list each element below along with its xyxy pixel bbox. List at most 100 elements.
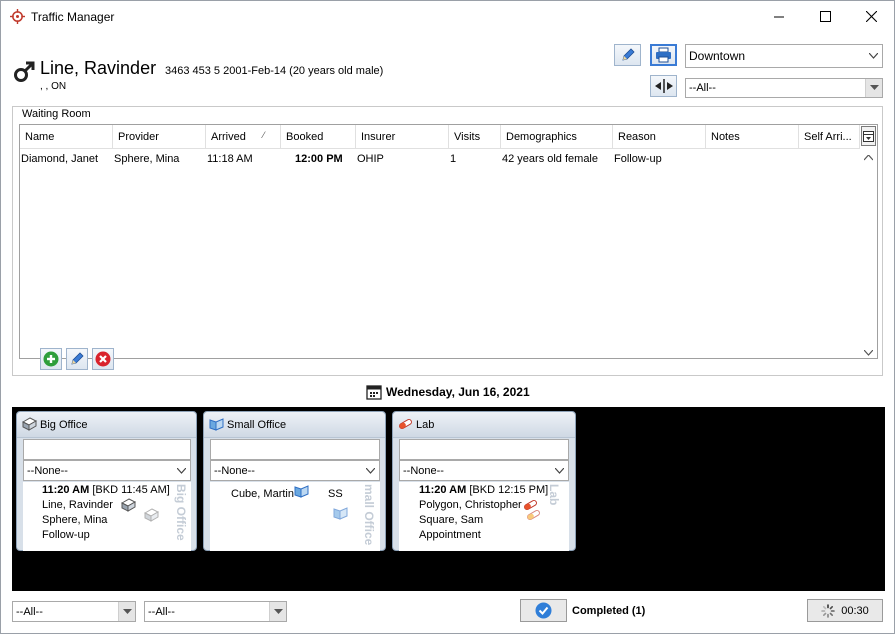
sort-indicator-icon: ⁄ [263, 130, 265, 140]
room-small-office[interactable]: Small Office --None-- mall Office Cube, … [203, 411, 386, 551]
room-header: Lab [393, 412, 575, 438]
room-big-office[interactable]: Big Office --None-- Big Office 11:20 AM … [16, 411, 197, 551]
pill-icon [399, 419, 412, 429]
room-search-input[interactable] [23, 439, 191, 460]
room-vertical-label: Big Office [174, 484, 188, 541]
appointment-time: 11:20 AM [419, 484, 467, 496]
column-header-booked[interactable]: Booked [281, 125, 356, 149]
add-icon [43, 351, 59, 367]
location-select[interactable]: Downtown [685, 44, 883, 68]
top-filter-value: --All-- [689, 82, 716, 94]
room-vertical-label: mall Office [362, 484, 376, 546]
appointment-patient: Cube, Martin [231, 488, 294, 500]
add-button[interactable] [40, 348, 62, 370]
chevron-down-icon [865, 45, 882, 67]
chevron-down-icon [174, 461, 188, 480]
office-icon [22, 417, 37, 431]
room-vertical-label: Lab [547, 484, 561, 506]
dropdown-arrow-icon [118, 602, 135, 621]
delete-button[interactable] [92, 348, 114, 370]
room-appointments: Lab 11:20 AM [BKD 12:15 PM] Polygon, Chr… [399, 482, 569, 551]
appointment-tag: SS [328, 488, 343, 500]
edit-patient-button[interactable] [614, 44, 641, 66]
scroll-up-icon[interactable] [863, 152, 874, 164]
column-header-label: Notes [711, 130, 740, 143]
appointment-time: 11:20 AM [42, 484, 90, 496]
completed-filter-button[interactable] [520, 599, 567, 622]
window-title: Traffic Manager [31, 10, 115, 24]
top-filter-select[interactable]: --All-- [685, 78, 883, 98]
room-appointments: Big Office 11:20 AM [BKD 11:45 AM] Line,… [23, 482, 191, 551]
column-header-reason[interactable]: Reason [613, 125, 706, 149]
calendar-icon [366, 385, 382, 400]
close-icon [865, 11, 877, 22]
column-header-label: Name [25, 130, 55, 143]
column-header-label: Insurer [361, 130, 396, 143]
bottom-filter-2[interactable]: --All-- [144, 601, 287, 622]
close-button[interactable] [848, 1, 894, 32]
cell-name: Diamond, Janet [21, 153, 99, 165]
appointment-card[interactable]: Cube, Martin [231, 487, 294, 502]
column-header-visits[interactable]: Visits [449, 125, 501, 149]
spinner-icon [821, 603, 836, 618]
office-icon [121, 498, 136, 512]
room-name: Small Office [227, 419, 287, 431]
room-select[interactable]: --None-- [399, 460, 569, 481]
pencil-icon [71, 352, 84, 365]
column-header-self-arrived[interactable]: Self Arri... [799, 125, 860, 149]
waiting-room-title: Waiting Room [20, 108, 93, 120]
room-header: Big Office [17, 412, 196, 438]
table-row[interactable]: Diamond, Janet Sphere, Mina 11:18 AM 12:… [20, 153, 860, 169]
crosshair-icon [10, 9, 25, 24]
column-header-provider[interactable]: Provider [113, 125, 206, 149]
appointment-booked: [BKD 12:15 PM] [466, 484, 549, 496]
column-header-name[interactable]: Name [20, 125, 113, 149]
vertical-scrollbar[interactable] [860, 125, 877, 358]
column-chooser-icon [863, 130, 874, 142]
bottom-filter-1[interactable]: --All-- [12, 601, 136, 622]
maximize-button[interactable] [802, 1, 848, 32]
room-select-value: --None-- [27, 464, 68, 477]
grid-header: Name Provider Arrived ⁄ Booked Insurer Vi… [20, 125, 860, 149]
room-search-input[interactable] [210, 439, 380, 460]
minimize-button[interactable] [756, 1, 802, 32]
waiting-room-grid[interactable]: Name Provider Arrived ⁄ Booked Insurer Vi… [19, 124, 878, 359]
room-select[interactable]: --None-- [23, 460, 191, 481]
chevron-down-icon [552, 461, 566, 480]
delete-icon [95, 351, 111, 367]
completed-count: Completed (1) [572, 605, 646, 617]
pill-icon [527, 510, 540, 520]
column-header-arrived[interactable]: Arrived ⁄ [206, 125, 281, 149]
cell-arrived: 11:18 AM [207, 153, 253, 165]
date-header[interactable]: Wednesday, Jun 16, 2021 [366, 384, 530, 400]
cell-insurer: OHIP [357, 153, 384, 165]
small-office-icon [209, 418, 224, 431]
edit-button[interactable] [66, 348, 88, 370]
column-header-label: Provider [118, 130, 159, 143]
bottom-filter-1-value: --All-- [16, 605, 43, 618]
room-name: Lab [416, 419, 435, 431]
column-header-notes[interactable]: Notes [706, 125, 799, 149]
chevron-down-icon [363, 461, 377, 480]
appointment-booked: [BKD 11:45 AM] [89, 484, 170, 496]
dropdown-arrow-icon [865, 79, 882, 97]
scroll-down-icon[interactable] [863, 347, 874, 359]
room-lab[interactable]: Lab --None-- Lab 11:20 AM [BKD 12:15 PM]… [392, 411, 576, 551]
column-chooser-button[interactable] [861, 126, 876, 146]
male-icon [14, 61, 35, 82]
column-header-label: Arrived [211, 130, 246, 143]
split-view-button[interactable] [650, 75, 677, 97]
column-header-insurer[interactable]: Insurer [356, 125, 449, 149]
room-search-input[interactable] [399, 439, 569, 460]
column-header-label: Visits [454, 130, 481, 143]
printer-icon [656, 47, 671, 63]
refresh-timer-button[interactable]: 00:30 [807, 599, 883, 622]
print-button[interactable] [650, 44, 677, 66]
room-select-value: --None-- [214, 464, 255, 477]
room-select[interactable]: --None-- [210, 460, 380, 481]
column-header-demographics[interactable]: Demographics [501, 125, 613, 149]
cell-provider: Sphere, Mina [114, 153, 180, 165]
column-header-label: Booked [286, 130, 324, 143]
minimize-icon [774, 16, 784, 17]
appointment-time-line: 11:20 AM [BKD 11:45 AM] [42, 483, 170, 498]
